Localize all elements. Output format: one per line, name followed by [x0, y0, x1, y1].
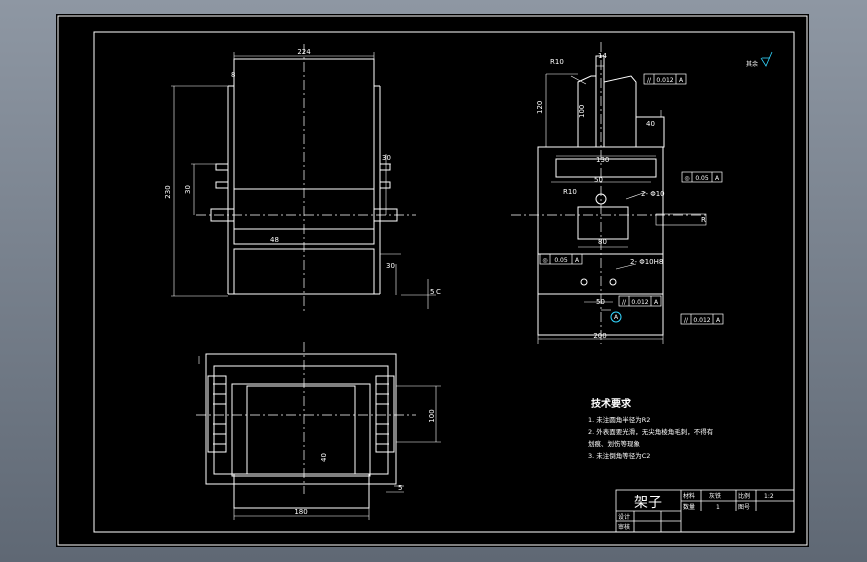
- tolerance-frame: // 0.012 A: [618, 295, 662, 307]
- svg-text:0.012: 0.012: [631, 299, 648, 306]
- svg-text:0.012: 0.012: [693, 317, 710, 324]
- dim-front-48: 48: [270, 236, 279, 244]
- dim-front-hole-30: 30: [382, 154, 391, 162]
- dim-side-80: 80: [598, 238, 607, 246]
- svg-text://: //: [622, 299, 627, 306]
- tolerance-frame: // 0.012 A: [643, 73, 687, 85]
- dim-side-50b: 50: [596, 298, 605, 306]
- drawing-sheet: 224 230 8 30 30 48 30 5 C 180 100 40 5 R…: [56, 14, 809, 547]
- scale-label: 比例: [738, 492, 750, 500]
- svg-text:A: A: [654, 299, 659, 306]
- tolerance-frame: ◎ 0.05 A: [681, 171, 723, 183]
- part-name: 架子: [634, 495, 662, 511]
- dim-side-14: 14: [598, 52, 607, 60]
- quantity-value: 1: [716, 504, 720, 511]
- dim-top-width: 180: [294, 508, 307, 516]
- dim-front-bottom-5: 5: [430, 288, 434, 296]
- dim-side-100: 100: [578, 105, 586, 118]
- dim-side-r10-mid: R10: [563, 188, 577, 196]
- dim-front-c: C: [436, 288, 441, 296]
- svg-text:A: A: [716, 317, 721, 324]
- tolerance-frame: // 0.012 A: [680, 313, 724, 325]
- top-centerlines: [196, 342, 416, 494]
- svg-text://: //: [647, 77, 652, 84]
- dim-top-40: 40: [320, 453, 328, 462]
- inner-frame: [93, 31, 795, 533]
- dim-side-hole-2: 2- Φ10: [641, 190, 665, 198]
- datum-marker: A: [601, 309, 622, 323]
- dim-side-r-right: R: [701, 216, 706, 224]
- dim-side-40: 40: [646, 120, 655, 128]
- svg-text:A: A: [715, 175, 720, 182]
- front-centerlines: [196, 44, 416, 314]
- svg-text:◎: ◎: [684, 175, 689, 182]
- dim-side-width: 200: [593, 332, 606, 340]
- dim-side-120: 120: [536, 101, 544, 114]
- svg-text:0.05: 0.05: [695, 175, 709, 182]
- outer-frame: [57, 15, 808, 546]
- svg-text:0.05: 0.05: [554, 257, 568, 264]
- material-label: 材料: [683, 492, 695, 500]
- tech-requirements-title: 技术要求: [591, 397, 632, 410]
- dim-front-8: 8: [231, 71, 235, 79]
- svg-text:其余: 其余: [746, 60, 758, 68]
- cad-drawing: 224 230 8 30 30 48 30 5 C 180 100 40 5 R…: [57, 15, 808, 546]
- top-view: [205, 353, 397, 509]
- svg-text:◎: ◎: [542, 257, 547, 264]
- svg-text://: //: [684, 317, 689, 324]
- tech-requirement-item: 划痕、划伤等现象: [588, 439, 641, 448]
- dim-top-5: 5: [398, 484, 402, 492]
- material-value: 灰铁: [709, 492, 721, 500]
- scale-value: 1:2: [764, 493, 774, 500]
- dim-side-r10-top: R10: [550, 58, 564, 66]
- svg-text:A: A: [614, 314, 619, 321]
- dim-side-50: 50: [594, 176, 603, 184]
- side-centerlines: [511, 42, 706, 344]
- tech-requirement-item: 1. 未注圆角半径为R2: [588, 415, 650, 424]
- tech-requirements: 技术要求 1. 未注圆角半径为R2 2. 外表面要光滑，无尖角棱角毛刺，不得有 …: [588, 397, 714, 460]
- svg-text:0.012: 0.012: [656, 77, 673, 84]
- svg-text:A: A: [679, 77, 684, 84]
- top-dimensions: [198, 356, 441, 520]
- dim-front-side-30: 30: [184, 185, 192, 194]
- tolerance-frame: ◎ 0.05 A: [539, 253, 583, 265]
- dim-top-height: 100: [428, 409, 436, 422]
- dim-side-130: 130: [596, 156, 609, 164]
- dim-side-hole-bottom: 2- Φ10H8: [630, 258, 663, 266]
- reviewer-label: 审核: [618, 523, 630, 531]
- dim-front-bottom-30: 30: [386, 262, 395, 270]
- tech-requirement-item: 3. 未注倒角等径为C2: [588, 451, 650, 460]
- designer-label: 设计: [618, 513, 630, 521]
- svg-text:A: A: [575, 257, 580, 264]
- dim-front-width: 224: [297, 48, 311, 56]
- front-dimensions: [171, 52, 436, 309]
- tech-requirement-item: 2. 外表面要光滑，无尖角棱角毛刺，不得有: [588, 427, 714, 436]
- dim-front-height: 230: [164, 185, 172, 198]
- surface-finish-note: 其余: [746, 51, 773, 68]
- quantity-label: 数量: [683, 503, 695, 511]
- drawing-no-label: 图号: [738, 504, 750, 511]
